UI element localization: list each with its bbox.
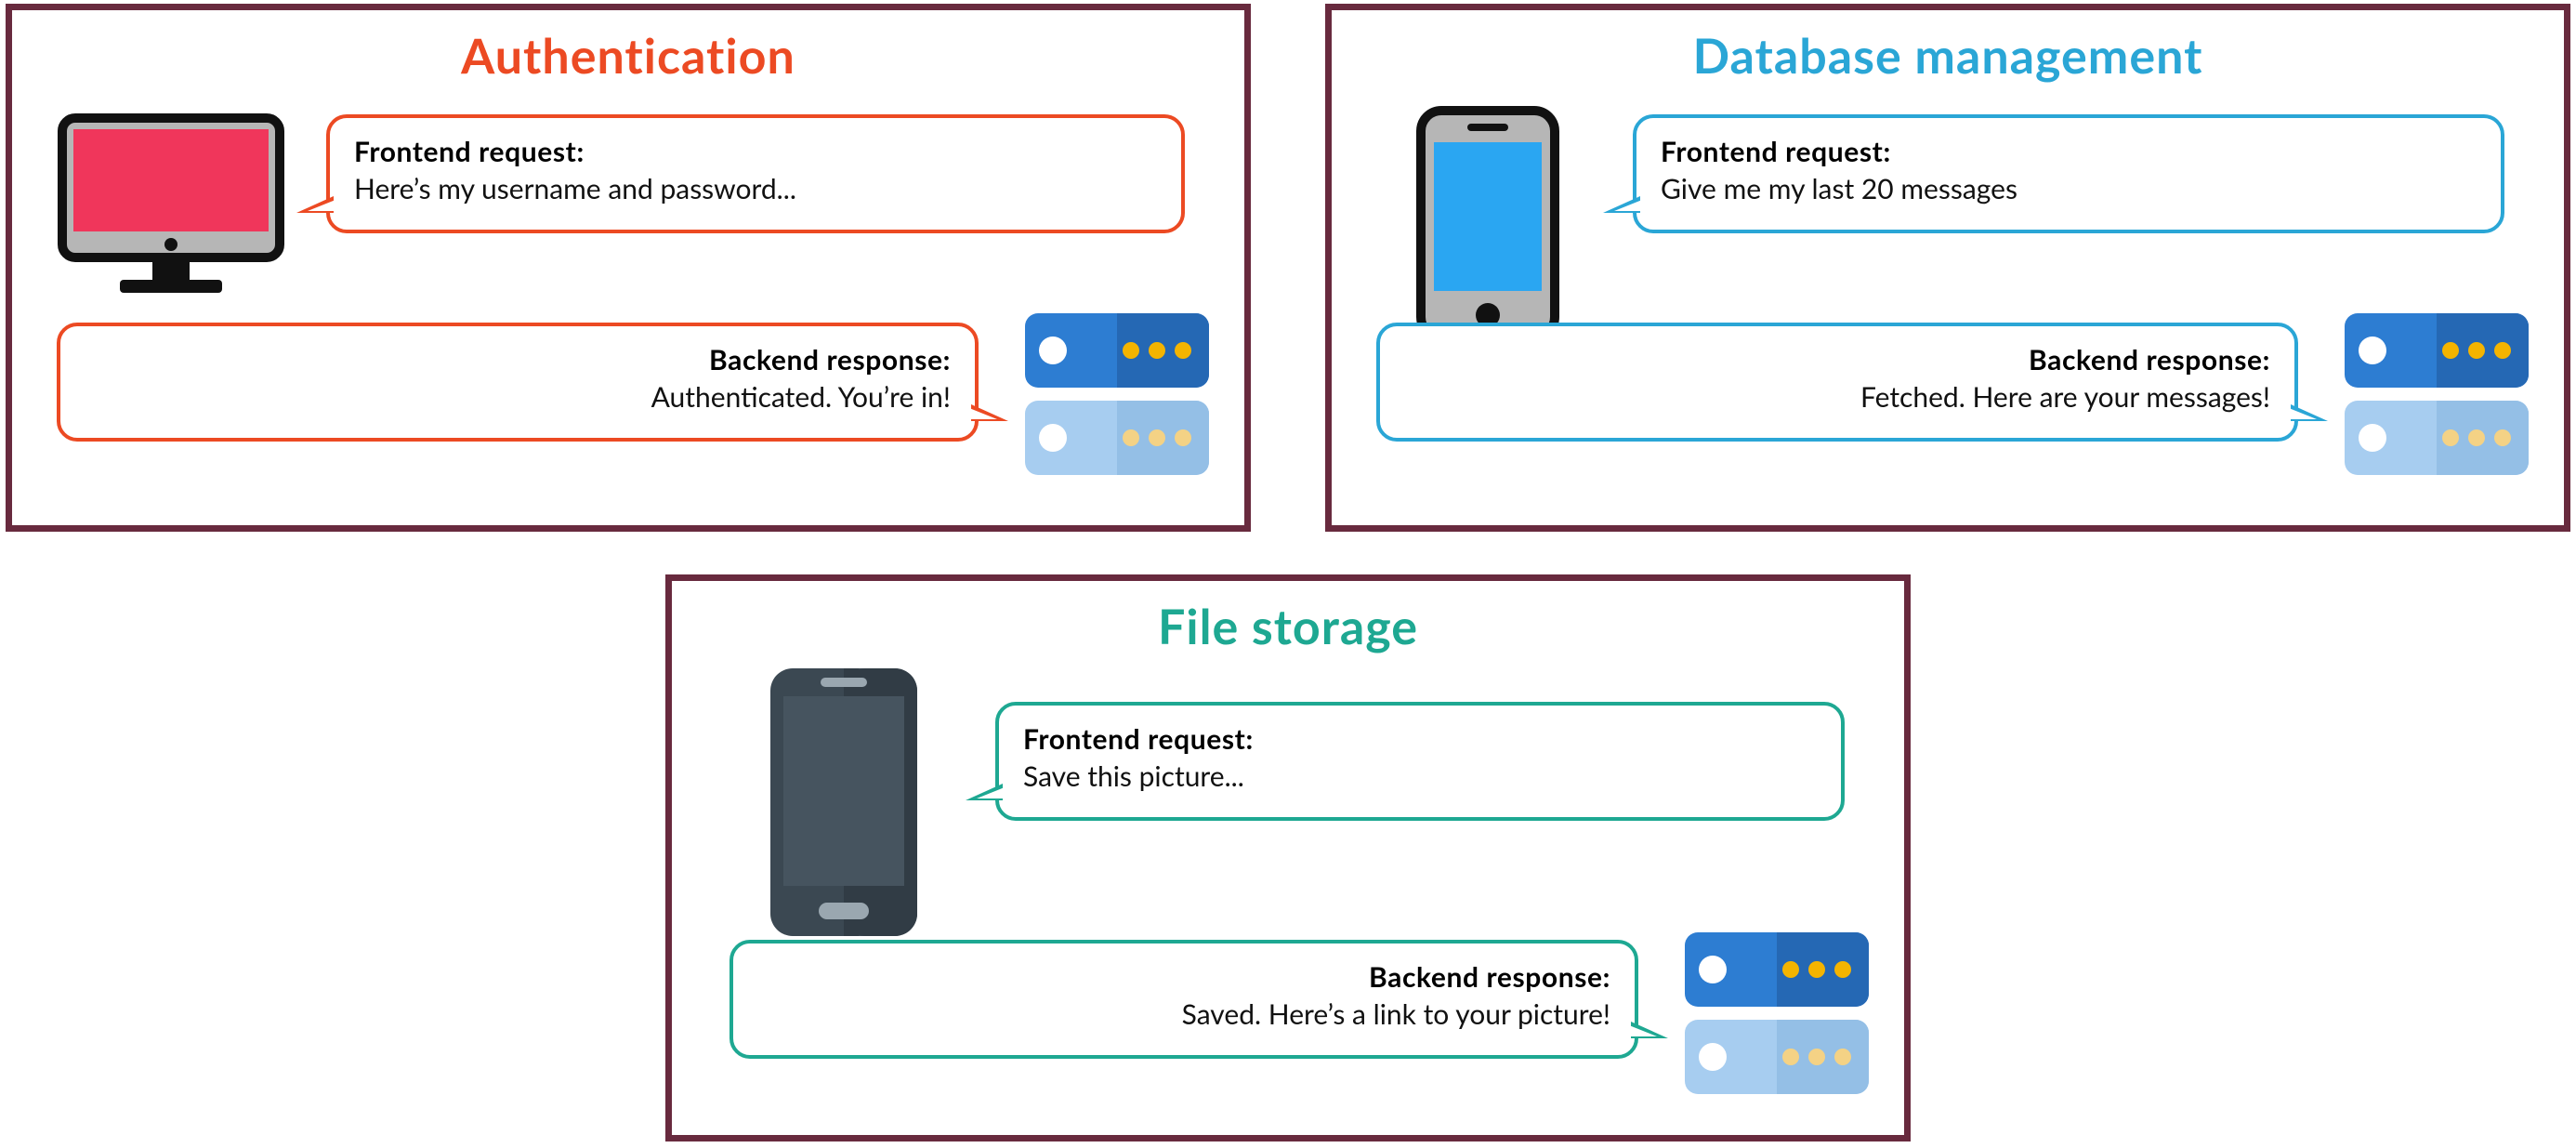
text-file-request-body: Save this picture... bbox=[1023, 759, 1817, 793]
text-auth-response-body: Authenticated. You’re in! bbox=[85, 380, 951, 414]
label-backend-response: Backend response: bbox=[1404, 343, 2270, 376]
bubble-file-request: Frontend request: Save this picture... bbox=[995, 702, 1845, 821]
label-frontend-request: Frontend request: bbox=[354, 135, 1157, 168]
label-frontend-request: Frontend request: bbox=[1661, 135, 2477, 168]
text-file-response-body: Saved. Here’s a link to your picture! bbox=[757, 997, 1610, 1031]
label-frontend-request: Frontend request: bbox=[1023, 722, 1817, 756]
label-backend-response: Backend response: bbox=[85, 343, 951, 376]
bubble-auth-request: Frontend request: Here’s my username and… bbox=[326, 114, 1185, 233]
server-icon bbox=[1679, 927, 1874, 1116]
label-backend-response: Backend response: bbox=[757, 960, 1610, 994]
panel-title-database: Database management bbox=[1332, 27, 2564, 85]
server-icon bbox=[2339, 308, 2534, 497]
panel-title-filestorage: File storage bbox=[672, 598, 1904, 655]
panel-title-authentication: Authentication bbox=[12, 27, 1244, 85]
panel-authentication: Authentication Frontend request: Here’s … bbox=[6, 4, 1251, 532]
text-db-response-body: Fetched. Here are your messages! bbox=[1404, 380, 2270, 414]
text-auth-request-body: Here’s my username and password... bbox=[354, 172, 1157, 205]
bubble-file-response: Backend response: Saved. Here’s a link t… bbox=[729, 940, 1638, 1059]
text-db-request-body: Give me my last 20 messages bbox=[1661, 172, 2477, 205]
panel-filestorage: File storage Frontend request: Save this… bbox=[665, 574, 1911, 1141]
monitor-icon bbox=[55, 111, 287, 310]
server-icon bbox=[1019, 308, 1215, 497]
phone-icon bbox=[765, 663, 923, 945]
panel-database: Database management Frontend request: Gi… bbox=[1325, 4, 2570, 532]
bubble-db-response: Backend response: Fetched. Here are your… bbox=[1376, 323, 2298, 442]
bubble-auth-response: Backend response: Authenticated. You’re … bbox=[57, 323, 979, 442]
bubble-db-request: Frontend request: Give me my last 20 mes… bbox=[1633, 114, 2504, 233]
phone-icon bbox=[1413, 103, 1562, 349]
